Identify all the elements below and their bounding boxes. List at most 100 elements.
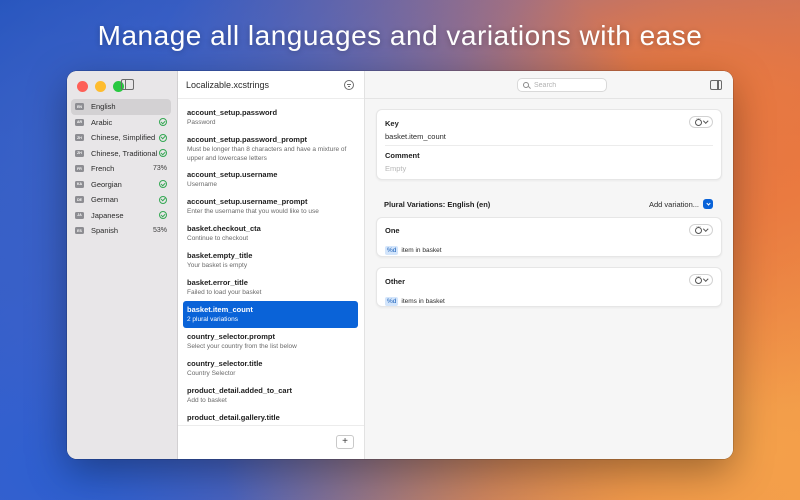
variation-value[interactable]: %d items in basket [385,290,445,308]
key-value-preview: 2 plural variations [187,316,238,323]
variation-label: One [385,226,400,235]
key-name: country_selector.title [187,359,263,368]
search-input[interactable] [534,81,604,89]
close-button[interactable] [77,81,88,92]
checkmark-circle-icon [159,195,167,204]
language-code-badge: ZH [75,134,84,142]
key-list-pane: Localizable.xcstrings account_setup.pass… [178,71,365,459]
key-name: account_setup.username [187,170,278,179]
comment-label: Comment [385,151,420,160]
key-row[interactable]: account_setup.password_prompt Must be lo… [183,131,358,166]
language-item-spanish[interactable]: ES Spanish 53% [71,223,171,239]
key-name: basket.item_count [187,305,253,314]
window-controls [77,81,124,92]
language-item-french[interactable]: FR French 73% [71,161,171,177]
language-item-english[interactable]: EN English [71,99,171,115]
inspector-toggle-icon[interactable] [710,80,722,90]
search-field[interactable] [517,78,607,92]
language-name: German [91,195,119,205]
key-label: Key [385,119,399,128]
chevron-down-icon [703,226,708,232]
language-item-german[interactable]: DE German [71,192,171,208]
key-value[interactable]: basket.item_count [385,132,446,141]
key-value-preview: Country Selector [187,370,236,377]
key-row[interactable]: basket.error_title Failed to load your b… [183,274,358,301]
language-item-arabic[interactable]: AR Arabic [71,115,171,131]
format-token: %d [385,246,399,255]
key-row[interactable]: country_selector.prompt Select your coun… [183,328,358,355]
variation-text: items in basket [401,298,445,305]
language-name: French [91,164,115,174]
divider [365,98,733,99]
key-name: country_selector.prompt [187,332,275,341]
language-code-badge: AR [75,118,84,126]
variation-options-menu[interactable] [689,224,713,236]
language-item-chinese-traditional[interactable]: ZH Chinese, Traditional [71,146,171,162]
plural-variations-header: Plural Variations: English (en) Add vari… [384,197,713,211]
key-row[interactable]: account_setup.username Username [183,166,358,193]
language-name: Chinese, Traditional [91,148,158,158]
key-row[interactable]: country_selector.title Country Selector [183,355,358,382]
progress-percent: 73% [152,165,167,173]
checkmark-circle-icon [159,133,167,142]
key-name: basket.checkout_cta [187,224,261,233]
filter-icon[interactable] [344,80,354,90]
add-key-button[interactable]: + [336,435,354,449]
app-window: EN English AR Arabic ZH Chinese, Simplif… [67,71,733,459]
add-variation-dropdown[interactable]: Add variation... [649,199,713,209]
key-value-preview: Username [187,181,217,188]
key-value-preview: Password [187,119,216,126]
headline: Manage all languages and variations with… [97,20,703,51]
language-name: Chinese, Simplified [91,133,156,143]
variation-options-menu[interactable] [689,274,713,286]
key-name: account_setup.username_prompt [187,197,308,206]
key-name: account_setup.password_prompt [187,135,308,144]
key-name: basket.empty_title [187,251,253,260]
language-item-chinese-simplified[interactable]: ZH Chinese, Simplified [71,130,171,146]
key-comment-card: Key basket.item_count Comment Empty [376,109,722,180]
variation-label: Other [385,277,406,286]
key-row[interactable]: account_setup.username_prompt Enter the … [183,193,358,220]
sidebar: EN English AR Arabic ZH Chinese, Simplif… [67,71,178,459]
variation-card-other: Other %ditems in basket [376,267,722,307]
key-list: account_setup.password Password account_… [183,104,358,423]
variation-value[interactable]: %d item in basket [385,239,442,257]
key-row[interactable]: basket.checkout_cta Continue to checkout [183,220,358,247]
key-name: basket.error_title [187,278,248,287]
language-code-badge: ES [75,227,84,235]
language-item-georgian[interactable]: KA Georgian [71,177,171,193]
key-value-preview: Enter the username that you would like t… [187,208,319,215]
chevron-down-icon [703,276,708,282]
language-item-japanese[interactable]: JA Japanese [71,208,171,224]
divider [178,98,364,99]
checkmark-circle-icon [159,149,167,158]
key-row[interactable]: product_detail.gallery.title [183,409,358,423]
language-name: Japanese [91,210,124,220]
divider [178,425,364,426]
key-value-preview: Select your country from the list below [187,343,297,350]
key-options-menu[interactable] [689,116,713,128]
detail-pane: Key basket.item_count Comment Empty Plur… [365,71,733,459]
checkmark-circle-icon [159,211,167,220]
ellipsis-circle-icon [694,224,702,234]
language-name: Spanish [91,226,119,236]
key-row-selected[interactable]: basket.item_count 2 plural variations [183,301,358,328]
key-value-preview: Your basket is empty [187,262,248,269]
key-name: product_detail.gallery.title [187,413,280,422]
comment-field[interactable]: Empty [385,164,406,173]
minimize-button[interactable] [95,81,106,92]
language-list: EN English AR Arabic ZH Chinese, Simplif… [71,99,171,239]
variation-card-one: One %ditem in basket [376,217,722,257]
key-value-preview: Continue to checkout [187,235,249,242]
key-row[interactable]: account_setup.password Password [183,104,358,131]
language-code-badge: KA [75,180,84,188]
language-name: Georgian [91,179,122,189]
add-variation-label: Add variation... [648,199,699,209]
key-row[interactable]: product_detail.added_to_cart Add to bask… [183,382,358,409]
language-code-badge: ZH [75,149,84,157]
chevron-down-icon [703,199,713,209]
sidebar-toggle-icon[interactable] [121,79,134,90]
key-row[interactable]: basket.empty_title Your basket is empty [183,247,358,274]
key-value-preview: Failed to load your basket [187,289,262,296]
variation-text: item in basket [401,247,442,254]
